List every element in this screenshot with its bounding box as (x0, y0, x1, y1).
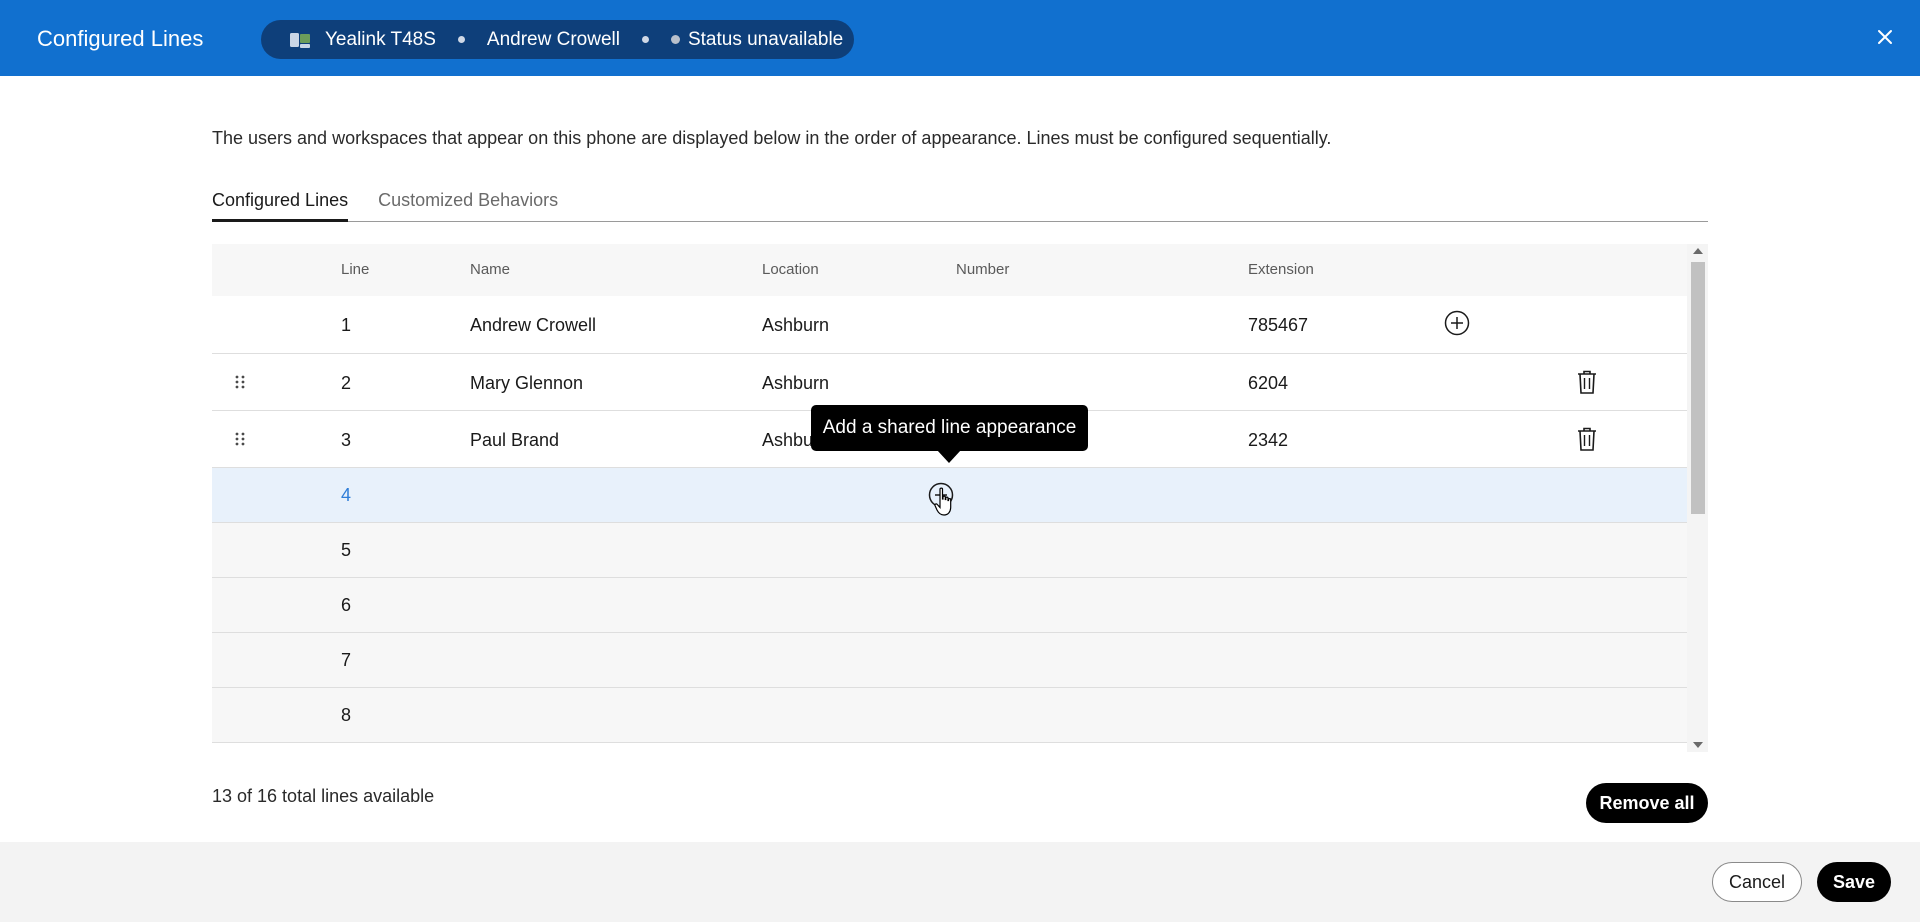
column-header-number: Number (956, 261, 1010, 278)
table-row: 7 (212, 633, 1687, 688)
modal-header: Configured Lines Yealink T48S Andrew Cro… (0, 0, 1920, 76)
tab-customized-behaviors[interactable]: Customized Behaviors (378, 190, 558, 222)
line-number: 7 (341, 650, 352, 670)
line-extension: 6204 (1248, 373, 1289, 393)
drag-handle-icon[interactable] (233, 374, 247, 390)
line-extension: 785467 (1248, 315, 1309, 335)
line-number: 6 (341, 595, 352, 615)
line-location: Ashburn (762, 315, 830, 335)
save-button[interactable]: Save (1817, 862, 1891, 902)
delete-line-button[interactable] (1575, 369, 1599, 395)
header-title: Configured Lines (37, 26, 204, 51)
line-number: 2 (341, 373, 352, 393)
close-icon (1878, 30, 1892, 44)
column-header-name: Name (470, 261, 511, 278)
line-extension: 2342 (1248, 430, 1289, 450)
trash-icon (1578, 427, 1596, 451)
remove-all-button[interactable]: Remove all (1586, 783, 1708, 823)
scroll-thumb[interactable] (1691, 262, 1705, 514)
tab-bar: Configured Lines Customized Behaviors (212, 190, 1708, 222)
separator-dot (641, 36, 649, 43)
scroll-down-arrow-icon[interactable] (1693, 742, 1703, 748)
column-header-location: Location (762, 261, 819, 278)
lines-available-count: 13 of 16 total lines available (212, 786, 435, 806)
line-name: Mary Glennon (470, 373, 584, 393)
line-number: 5 (341, 540, 352, 560)
desk-phone-icon (289, 30, 311, 50)
cancel-button[interactable]: Cancel (1712, 862, 1802, 902)
table-row: 1 Andrew Crowell Ashburn 785467 (212, 296, 1687, 354)
column-header-line: Line (341, 261, 370, 278)
tab-configured-lines[interactable]: Configured Lines (212, 190, 349, 222)
close-button[interactable] (1874, 26, 1896, 48)
trash-icon (1578, 370, 1596, 394)
page-description: The users and workspaces that appear on … (212, 128, 1332, 148)
line-name: Andrew Crowell (470, 315, 597, 335)
line-location: Ashburn (762, 373, 830, 393)
status-dot-icon (670, 35, 680, 44)
tooltip-arrow (937, 450, 961, 463)
table-header: Line Name Location Number Extension (212, 244, 1687, 296)
device-status: Status unavailable (687, 28, 844, 50)
lines-table: Line Name Location Number Extension 1 An… (212, 244, 1708, 752)
delete-line-button[interactable] (1575, 426, 1599, 452)
scroll-up-arrow-icon[interactable] (1693, 248, 1703, 254)
device-model: Yealink T48S (325, 28, 436, 50)
table-scrollbar[interactable] (1687, 244, 1708, 752)
table-row: 2 Mary Glennon Ashburn 6204 (212, 354, 1687, 411)
line-number: 1 (341, 315, 352, 335)
table-row: 5 (212, 523, 1687, 578)
plus-circle-icon (1444, 310, 1470, 336)
line-number: 8 (341, 705, 352, 725)
line-number: 3 (341, 430, 352, 450)
column-header-extension: Extension (1248, 261, 1314, 278)
line-number: 4 (341, 485, 352, 505)
device-info-pill: Yealink T48S Andrew Crowell Status unava… (261, 20, 854, 59)
separator-dot (457, 36, 465, 43)
hand-cursor-icon (934, 487, 954, 517)
tooltip: Add a shared line appearance (811, 405, 1088, 451)
device-user: Andrew Crowell (486, 28, 620, 50)
line-name: Paul Brand (470, 430, 560, 450)
table-row: 8 (212, 688, 1687, 743)
add-line-button[interactable] (1444, 310, 1470, 336)
modal-footer (0, 842, 1920, 922)
drag-handle-icon[interactable] (233, 431, 247, 447)
table-row: 6 (212, 578, 1687, 633)
